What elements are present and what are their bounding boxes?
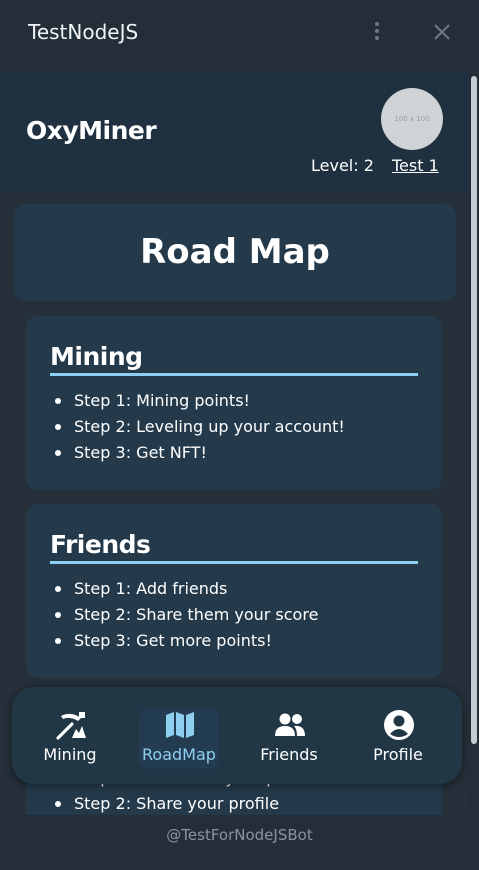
roadmap-section-friends: Friends Step 1: Add friends Step 2: Shar…	[26, 504, 442, 678]
scrollbar-thumb[interactable]	[471, 76, 477, 744]
footer: @TestForNodeJSBot	[0, 815, 479, 870]
bot-handle: @TestForNodeJSBot	[166, 826, 313, 844]
nav-item-roadmap[interactable]: RoadMap	[129, 687, 229, 784]
map-icon	[164, 709, 196, 741]
roadmap-section-mining: Mining Step 1: Mining points! Step 2: Le…	[26, 316, 442, 490]
list-item: Step 2: Share your profile	[55, 791, 317, 815]
username-link[interactable]: Test 1	[392, 156, 439, 175]
step-list: Step 1: Add friends Step 2: Share them y…	[50, 576, 318, 654]
nav-label: Mining	[43, 745, 97, 764]
nav-label: RoadMap	[142, 745, 216, 764]
list-item: Step 2: Leveling up your account!	[55, 414, 345, 440]
list-item: Step 3: Get NFT!	[55, 440, 345, 466]
nav-label: Friends	[260, 745, 318, 764]
page-title-card: Road Map	[14, 204, 456, 301]
nav-item-friends[interactable]: Friends	[239, 687, 339, 784]
more-options-icon[interactable]	[369, 22, 385, 44]
page-title: Road Map	[140, 232, 330, 272]
window-titlebar: TestNodeJS	[0, 0, 479, 70]
nav-item-mining[interactable]: Mining	[20, 687, 120, 784]
pickaxe-icon	[55, 709, 87, 741]
step-list: Step 1: Mining points! Step 2: Leveling …	[50, 388, 345, 466]
section-title: Friends	[50, 530, 418, 564]
list-item: Step 2: Share them your score	[54, 602, 318, 628]
bottom-nav: Mining RoadMap Friends Profile	[12, 687, 462, 784]
avatar[interactable]: 100 x 100	[381, 88, 443, 150]
app-header: OxyMiner 100 x 100 Level: 2 Test 1	[0, 72, 469, 191]
app-brand: OxyMiner	[26, 116, 157, 145]
window-title: TestNodeJS	[28, 20, 139, 44]
level-text: Level: 2	[311, 156, 374, 175]
list-item: Step 1: Mining points!	[55, 388, 345, 414]
user-circle-icon	[383, 709, 415, 741]
list-item: Step 1: Add friends	[54, 576, 318, 602]
users-icon	[274, 709, 306, 741]
close-icon[interactable]	[430, 20, 454, 44]
section-title: Mining	[50, 342, 418, 376]
list-item: Step 3: Get more points!	[54, 628, 318, 654]
nav-label: Profile	[373, 745, 423, 764]
nav-item-profile[interactable]: Profile	[348, 687, 448, 784]
